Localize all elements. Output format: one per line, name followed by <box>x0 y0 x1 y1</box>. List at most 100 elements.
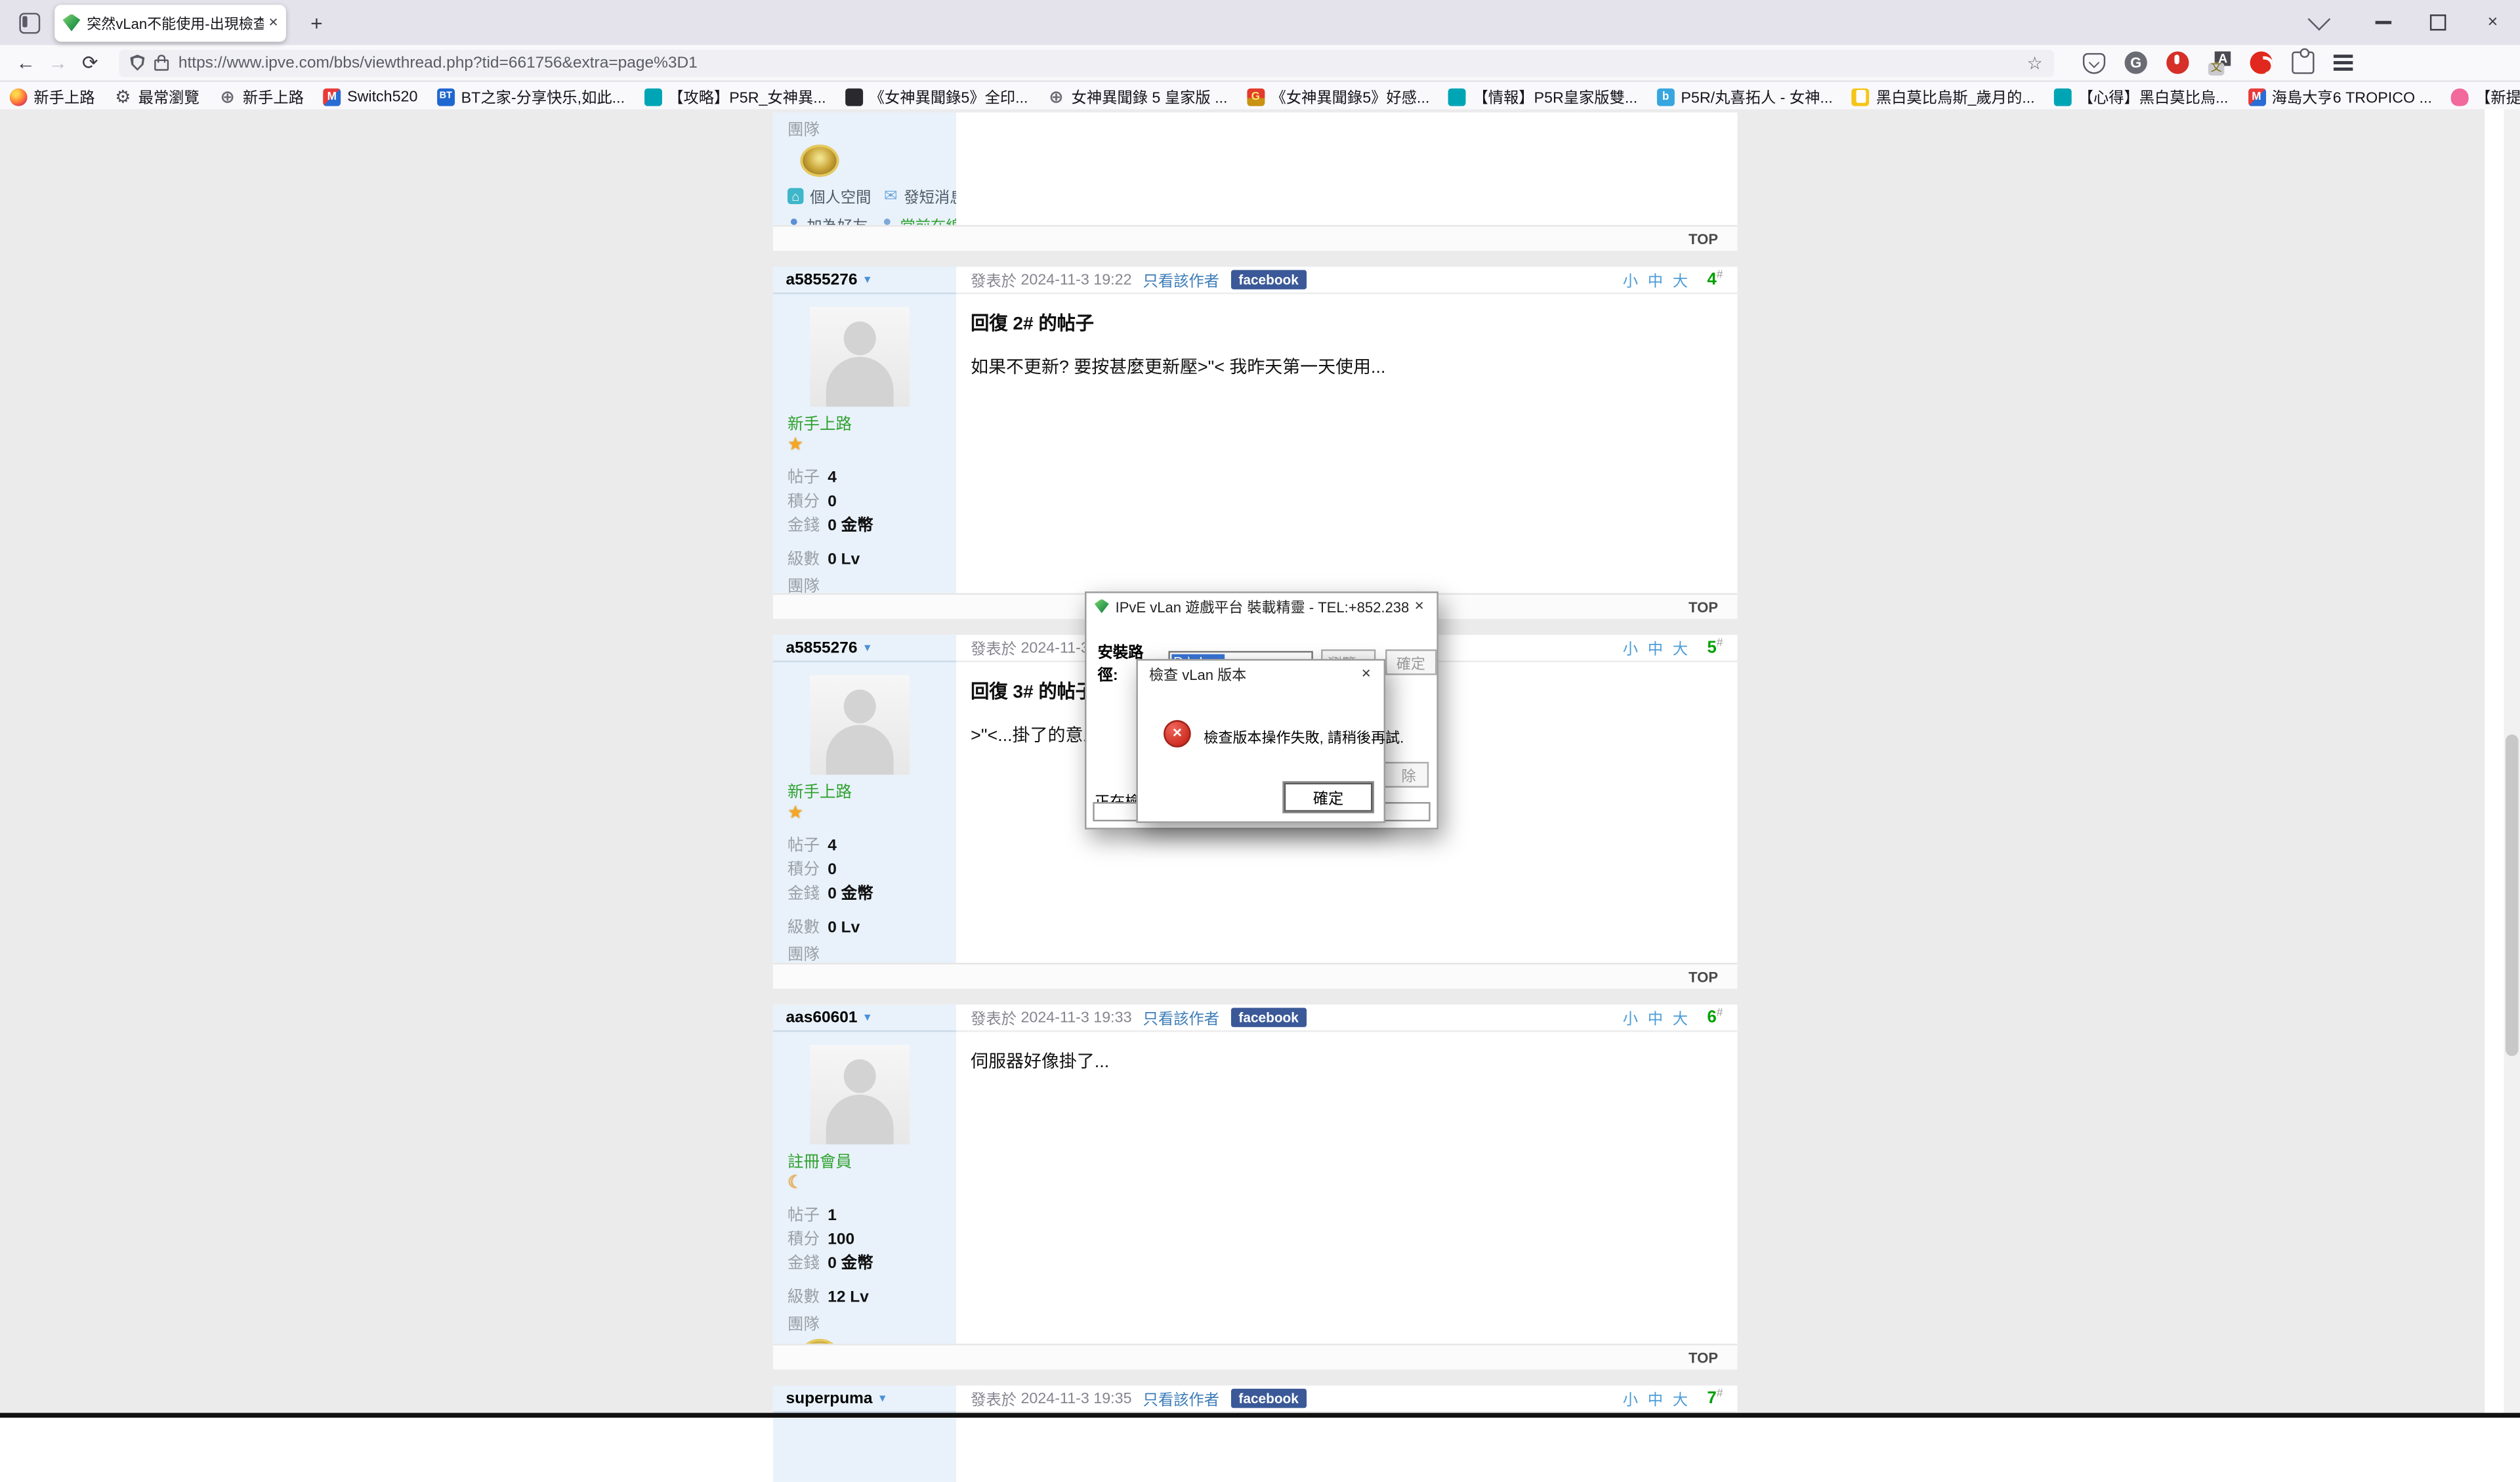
font-large-link[interactable]: 大 <box>1673 637 1688 659</box>
g-extension-icon[interactable]: G <box>2125 51 2147 74</box>
ipve-favicon <box>63 14 81 32</box>
restore-button[interactable] <box>2410 0 2465 45</box>
error-icon: × <box>1164 720 1191 748</box>
dialog-titlebar[interactable]: 檢查 vLan 版本 × <box>1138 661 1384 687</box>
top-link[interactable]: TOP <box>1689 1349 1718 1365</box>
extension-toolbar: G A 文 <box>2083 51 2353 74</box>
firefox-view-button[interactable] <box>11 8 47 37</box>
user-caret-icon[interactable]: ▼ <box>862 274 873 286</box>
author-only-link[interactable]: 只看該作者 <box>1143 1387 1219 1409</box>
username[interactable]: a5855276 <box>786 639 858 656</box>
bookmark-item[interactable]: 【心得】黑白莫比烏... <box>2054 85 2229 108</box>
facebook-badge[interactable]: facebook <box>1230 1008 1307 1027</box>
tracking-shield-icon[interactable] <box>130 54 144 70</box>
font-medium-link[interactable]: 中 <box>1648 1006 1663 1028</box>
username[interactable]: superpuma <box>786 1389 873 1407</box>
font-medium-link[interactable]: 中 <box>1648 268 1663 291</box>
ok-button[interactable]: 確定 <box>1284 783 1373 812</box>
author-only-link[interactable]: 只看該作者 <box>1143 1006 1219 1028</box>
facebook-badge[interactable]: facebook <box>1230 1389 1307 1408</box>
bookmark-item[interactable]: 【攻略】P5R_女神異... <box>644 85 826 108</box>
url-text[interactable]: https://www.ipve.com/bbs/viewthread.php?… <box>178 54 2027 72</box>
author-only-link[interactable]: 只看該作者 <box>1143 268 1219 291</box>
user-caret-icon[interactable]: ▼ <box>862 642 873 653</box>
bookmark-item[interactable]: ⊕新手上路 <box>219 85 304 108</box>
bookmark-label: 女神異聞錄 5 皇家版 ... <box>1072 85 1228 108</box>
font-large-link[interactable]: 大 <box>1673 1006 1688 1028</box>
font-small-link[interactable]: 小 <box>1623 1387 1638 1409</box>
floor-number[interactable]: 5# <box>1707 638 1723 657</box>
bookmark-item[interactable]: G《女神異聞錄5》好感... <box>1247 85 1429 108</box>
page-scrollbar[interactable] <box>2504 110 2520 1413</box>
menu-hamburger-icon[interactable] <box>2334 54 2353 70</box>
font-medium-link[interactable]: 中 <box>1648 1387 1663 1409</box>
bilibili-icon: b <box>1657 87 1675 105</box>
pocket-icon[interactable] <box>2083 53 2105 74</box>
back-button[interactable]: ← <box>10 51 42 74</box>
reload-button[interactable]: ⟳ <box>74 51 106 74</box>
translate-extension-icon[interactable]: A 文 <box>2208 53 2231 74</box>
facebook-badge[interactable]: facebook <box>1230 270 1307 289</box>
font-large-link[interactable]: 大 <box>1673 1387 1688 1409</box>
stat-label: 級數 <box>788 549 820 573</box>
new-tab-button[interactable]: + <box>302 11 331 35</box>
bookmark-item[interactable]: ⚙最常瀏覽 <box>114 85 200 108</box>
user-caret-icon[interactable]: ▼ <box>862 1012 873 1023</box>
browser-tab[interactable]: 突然vLan不能使用-出現檢查版 × <box>54 4 286 41</box>
top-link[interactable]: TOP <box>1689 599 1718 614</box>
bookmark-item[interactable]: 【情報】P5R皇家版雙... <box>1449 85 1638 108</box>
dialog-close-icon[interactable]: × <box>1356 665 1376 683</box>
username[interactable]: a5855276 <box>786 271 858 289</box>
bookmark-item[interactable]: 【新提醒】搬運《刺... <box>2451 85 2520 108</box>
url-bar[interactable]: https://www.ipve.com/bbs/viewthread.php?… <box>119 49 2054 77</box>
post-6: aas60601 ▼ 註冊會員 ☾ 帖子1 積分100 金錢0 金幣 級數12 … <box>773 1005 1737 1370</box>
tab-title: 突然vLan不能使用-出現檢查版 <box>87 12 264 33</box>
bookmark-item[interactable]: MSwitch520 <box>323 87 417 105</box>
lock-icon[interactable] <box>154 60 169 71</box>
tab-close-icon[interactable]: × <box>268 14 278 32</box>
trendmicro-extension-icon[interactable] <box>2250 51 2273 74</box>
floor-number[interactable]: 6# <box>1707 1008 1723 1027</box>
bookmark-item[interactable]: ⊕女神異聞錄 5 皇家版 ... <box>1047 85 1228 108</box>
list-tabs-chevron-icon[interactable] <box>2308 8 2331 31</box>
gear-icon: ⚙ <box>114 87 132 105</box>
restore-icon <box>2430 14 2446 30</box>
avatar[interactable] <box>810 1045 910 1145</box>
avatar[interactable] <box>810 675 910 775</box>
user-group-link[interactable]: 註冊會員 <box>788 1153 942 1174</box>
top-link[interactable]: TOP <box>1689 230 1718 246</box>
user-caret-icon[interactable]: ▼ <box>877 1393 888 1404</box>
profile-link[interactable]: 個人空間 <box>810 185 871 207</box>
installer-close-icon[interactable]: × <box>1410 597 1429 615</box>
minimize-button[interactable] <box>2356 0 2410 45</box>
bookmark-item[interactable]: M海島大亨6 TROPICO ... <box>2248 85 2432 108</box>
firefox-icon <box>10 87 28 105</box>
bookmark-star-icon[interactable]: ☆ <box>2026 53 2042 74</box>
red-badge-extension-icon[interactable] <box>2166 51 2189 74</box>
message-link[interactable]: 發短消息 <box>904 185 956 207</box>
bookmark-item[interactable]: 《女神異聞錄5》全印... <box>845 85 1028 108</box>
font-small-link[interactable]: 小 <box>1623 1006 1638 1028</box>
scrollbar-thumb[interactable] <box>2506 734 2519 1056</box>
font-small-link[interactable]: 小 <box>1623 637 1638 659</box>
floor-number[interactable]: 4# <box>1707 270 1723 289</box>
avatar[interactable] <box>810 307 910 407</box>
bookmark-item[interactable]: bP5R/丸喜拓人 - 女神... <box>1657 85 1833 108</box>
floor-number[interactable]: 7# <box>1707 1389 1723 1408</box>
extensions-puzzle-icon[interactable] <box>2292 51 2314 74</box>
close-window-button[interactable]: × <box>2466 0 2520 45</box>
bookmark-item[interactable]: 新手上路 <box>10 85 95 108</box>
user-group-link[interactable]: 新手上路 <box>788 415 942 436</box>
globe-icon: ⊕ <box>219 87 236 105</box>
user-group-link[interactable]: 新手上路 <box>788 783 942 804</box>
installer-titlebar[interactable]: IPvE vLan 遊戲平台 裝載精靈 - TEL:+852.23873177 … <box>1087 593 1437 619</box>
bookmark-item[interactable]: BTBT之家-分享快乐,如此... <box>437 85 625 108</box>
username[interactable]: aas60601 <box>786 1009 858 1027</box>
bookmark-item[interactable]: 黑白莫比烏斯_歲月的... <box>1852 85 2034 108</box>
top-link[interactable]: TOP <box>1689 969 1718 984</box>
post-title: 回復 2# 的帖子 <box>971 310 1723 336</box>
font-medium-link[interactable]: 中 <box>1648 637 1663 659</box>
font-small-link[interactable]: 小 <box>1623 268 1638 291</box>
friend-link[interactable]: 加為好友 <box>807 214 868 225</box>
font-large-link[interactable]: 大 <box>1673 268 1688 291</box>
